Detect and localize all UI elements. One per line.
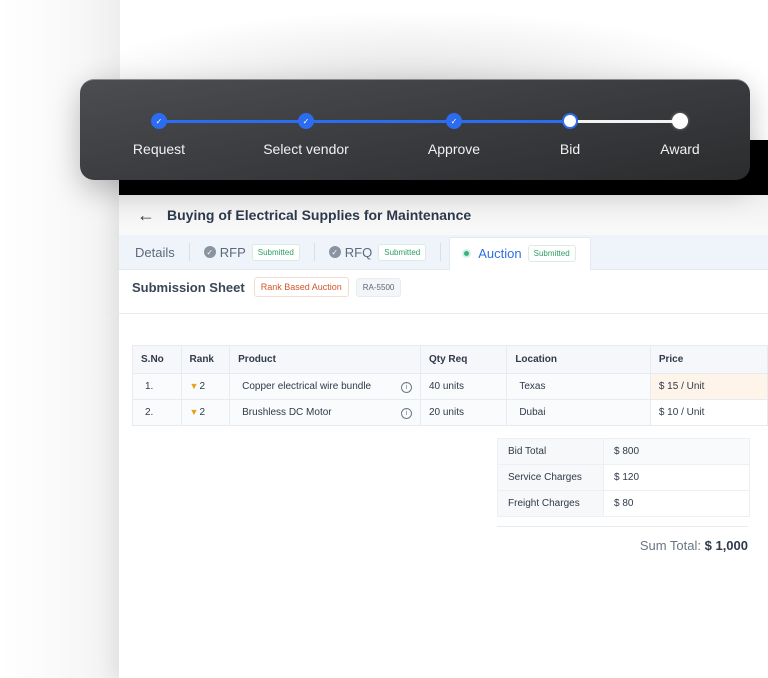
- status-dot-icon: [464, 251, 470, 256]
- table-row: 2. ▼2 Brushless DC Motor i 20 units Dubai…: [132, 399, 768, 426]
- step-label-select-vendor: Select vendor: [263, 141, 349, 157]
- page-title: Buying of Electrical Supplies for Mainte…: [167, 207, 472, 223]
- info-icon[interactable]: i: [400, 407, 412, 419]
- cell-rank: ▼2: [180, 373, 231, 400]
- check-icon: ✓: [302, 116, 310, 126]
- tab-details[interactable]: Details: [119, 235, 189, 270]
- step-node-select-vendor[interactable]: ✓: [298, 113, 314, 129]
- table-row: 1. ▼2 Copper electrical wire bundle i 40 …: [132, 373, 768, 400]
- items-table: S.No Rank Product Qty Req Location Price…: [132, 345, 768, 426]
- step-node-approve[interactable]: ✓: [446, 113, 462, 129]
- page-header: ← Buying of Electrical Supplies for Main…: [119, 195, 768, 235]
- summary-label: Bid Total: [497, 438, 604, 465]
- tab-rfq[interactable]: ✓ RFQ Submitted: [315, 235, 440, 270]
- step-node-request[interactable]: ✓: [151, 113, 167, 129]
- tab-label: Auction: [478, 246, 522, 261]
- cell-price: $ 15 / Unit: [649, 373, 768, 400]
- trophy-icon: ▼: [189, 407, 199, 417]
- stepper-shadow: [60, 10, 768, 90]
- back-arrow-icon[interactable]: ←: [137, 206, 159, 224]
- info-icon[interactable]: i: [400, 381, 412, 393]
- column-header-price: Price: [649, 345, 768, 374]
- status-badge: Submitted: [527, 245, 576, 262]
- summary-value: $ 120: [603, 464, 750, 491]
- rank-value: 2: [199, 381, 206, 392]
- auction-type-tag: Rank Based Auction: [253, 277, 349, 297]
- cell-price: $ 10 / Unit: [649, 399, 768, 426]
- step-label-award: Award: [660, 141, 700, 157]
- step-node-bid[interactable]: [562, 113, 578, 129]
- check-icon: ✓: [450, 116, 458, 126]
- step-label-bid: Bid: [559, 141, 581, 157]
- tab-label: Details: [135, 244, 175, 260]
- trophy-icon: ▼: [189, 381, 199, 391]
- summary-row: Freight Charges $ 80: [497, 490, 750, 517]
- cell-product: Copper electrical wire bundle i: [229, 373, 421, 400]
- cell-rank: ▼2: [180, 399, 231, 426]
- product-name: Copper electrical wire bundle: [242, 380, 372, 392]
- sum-total-label: Sum Total:: [639, 538, 701, 553]
- column-header-location: Location: [506, 345, 651, 374]
- tab-bar: Details ✓ RFP Submitted ✓ RFQ Submitted …: [119, 235, 768, 270]
- summary-row: Service Charges $ 120: [497, 464, 750, 491]
- stage: ← Buying of Electrical Supplies for Main…: [0, 0, 768, 678]
- sheet-title: Submission Sheet: [132, 279, 245, 295]
- column-header-rank: Rank: [180, 345, 231, 374]
- tab-auction[interactable]: Auction Submitted: [449, 236, 591, 270]
- sum-total: Sum Total: $ 1,000: [640, 538, 748, 553]
- step-label-request: Request: [132, 141, 186, 157]
- reference-tag: RA-5500: [355, 277, 402, 297]
- stepper-track-complete: [158, 120, 570, 123]
- check-circle-icon: ✓: [203, 246, 216, 258]
- cell-sno: 1.: [132, 373, 182, 400]
- cell-sno: 2.: [132, 399, 182, 426]
- status-badge: Submitted: [378, 243, 427, 261]
- step-node-award[interactable]: [672, 113, 688, 129]
- stepper-track-remaining: [570, 120, 680, 123]
- summary-value: $ 800: [603, 438, 750, 465]
- tab-divider: [440, 243, 442, 261]
- cell-qty: 20 units: [419, 399, 508, 426]
- tab-label: RFQ: [344, 244, 373, 260]
- summary-label: Freight Charges: [497, 490, 604, 517]
- check-circle-icon: ✓: [328, 246, 341, 258]
- charges-summary: Bid Total $ 800 Service Charges $ 120 Fr…: [497, 438, 750, 517]
- step-label-approve: Approve: [427, 141, 481, 157]
- cell-location: Texas: [506, 373, 651, 400]
- sheet-heading: Submission Sheet Rank Based Auction RA-5…: [132, 275, 402, 299]
- cell-qty: 40 units: [419, 373, 508, 400]
- summary-value: $ 80: [603, 490, 750, 517]
- column-header-sno: S.No: [132, 345, 182, 374]
- cell-product: Brushless DC Motor i: [229, 399, 421, 426]
- column-header-product: Product: [229, 345, 421, 374]
- cell-location: Dubai: [506, 399, 651, 426]
- table-header-row: S.No Rank Product Qty Req Location Price: [132, 345, 768, 374]
- rank-value: 2: [199, 407, 206, 418]
- check-icon: ✓: [155, 116, 163, 126]
- column-header-qty: Qty Req: [419, 345, 508, 374]
- status-badge: Submitted: [251, 243, 300, 261]
- summary-divider: [497, 526, 748, 527]
- progress-stepper: ✓ ✓ ✓ Request Select vendor Approve Bid …: [80, 79, 750, 180]
- divider: [106, 313, 768, 314]
- tab-rfp[interactable]: ✓ RFP Submitted: [190, 235, 314, 270]
- summary-label: Service Charges: [497, 464, 604, 491]
- tab-label: RFP: [219, 244, 246, 260]
- summary-row: Bid Total $ 800: [497, 438, 750, 465]
- product-name: Brushless DC Motor: [242, 406, 332, 418]
- sum-total-value: $ 1,000: [704, 538, 748, 553]
- app-window: ← Buying of Electrical Supplies for Main…: [106, 140, 768, 678]
